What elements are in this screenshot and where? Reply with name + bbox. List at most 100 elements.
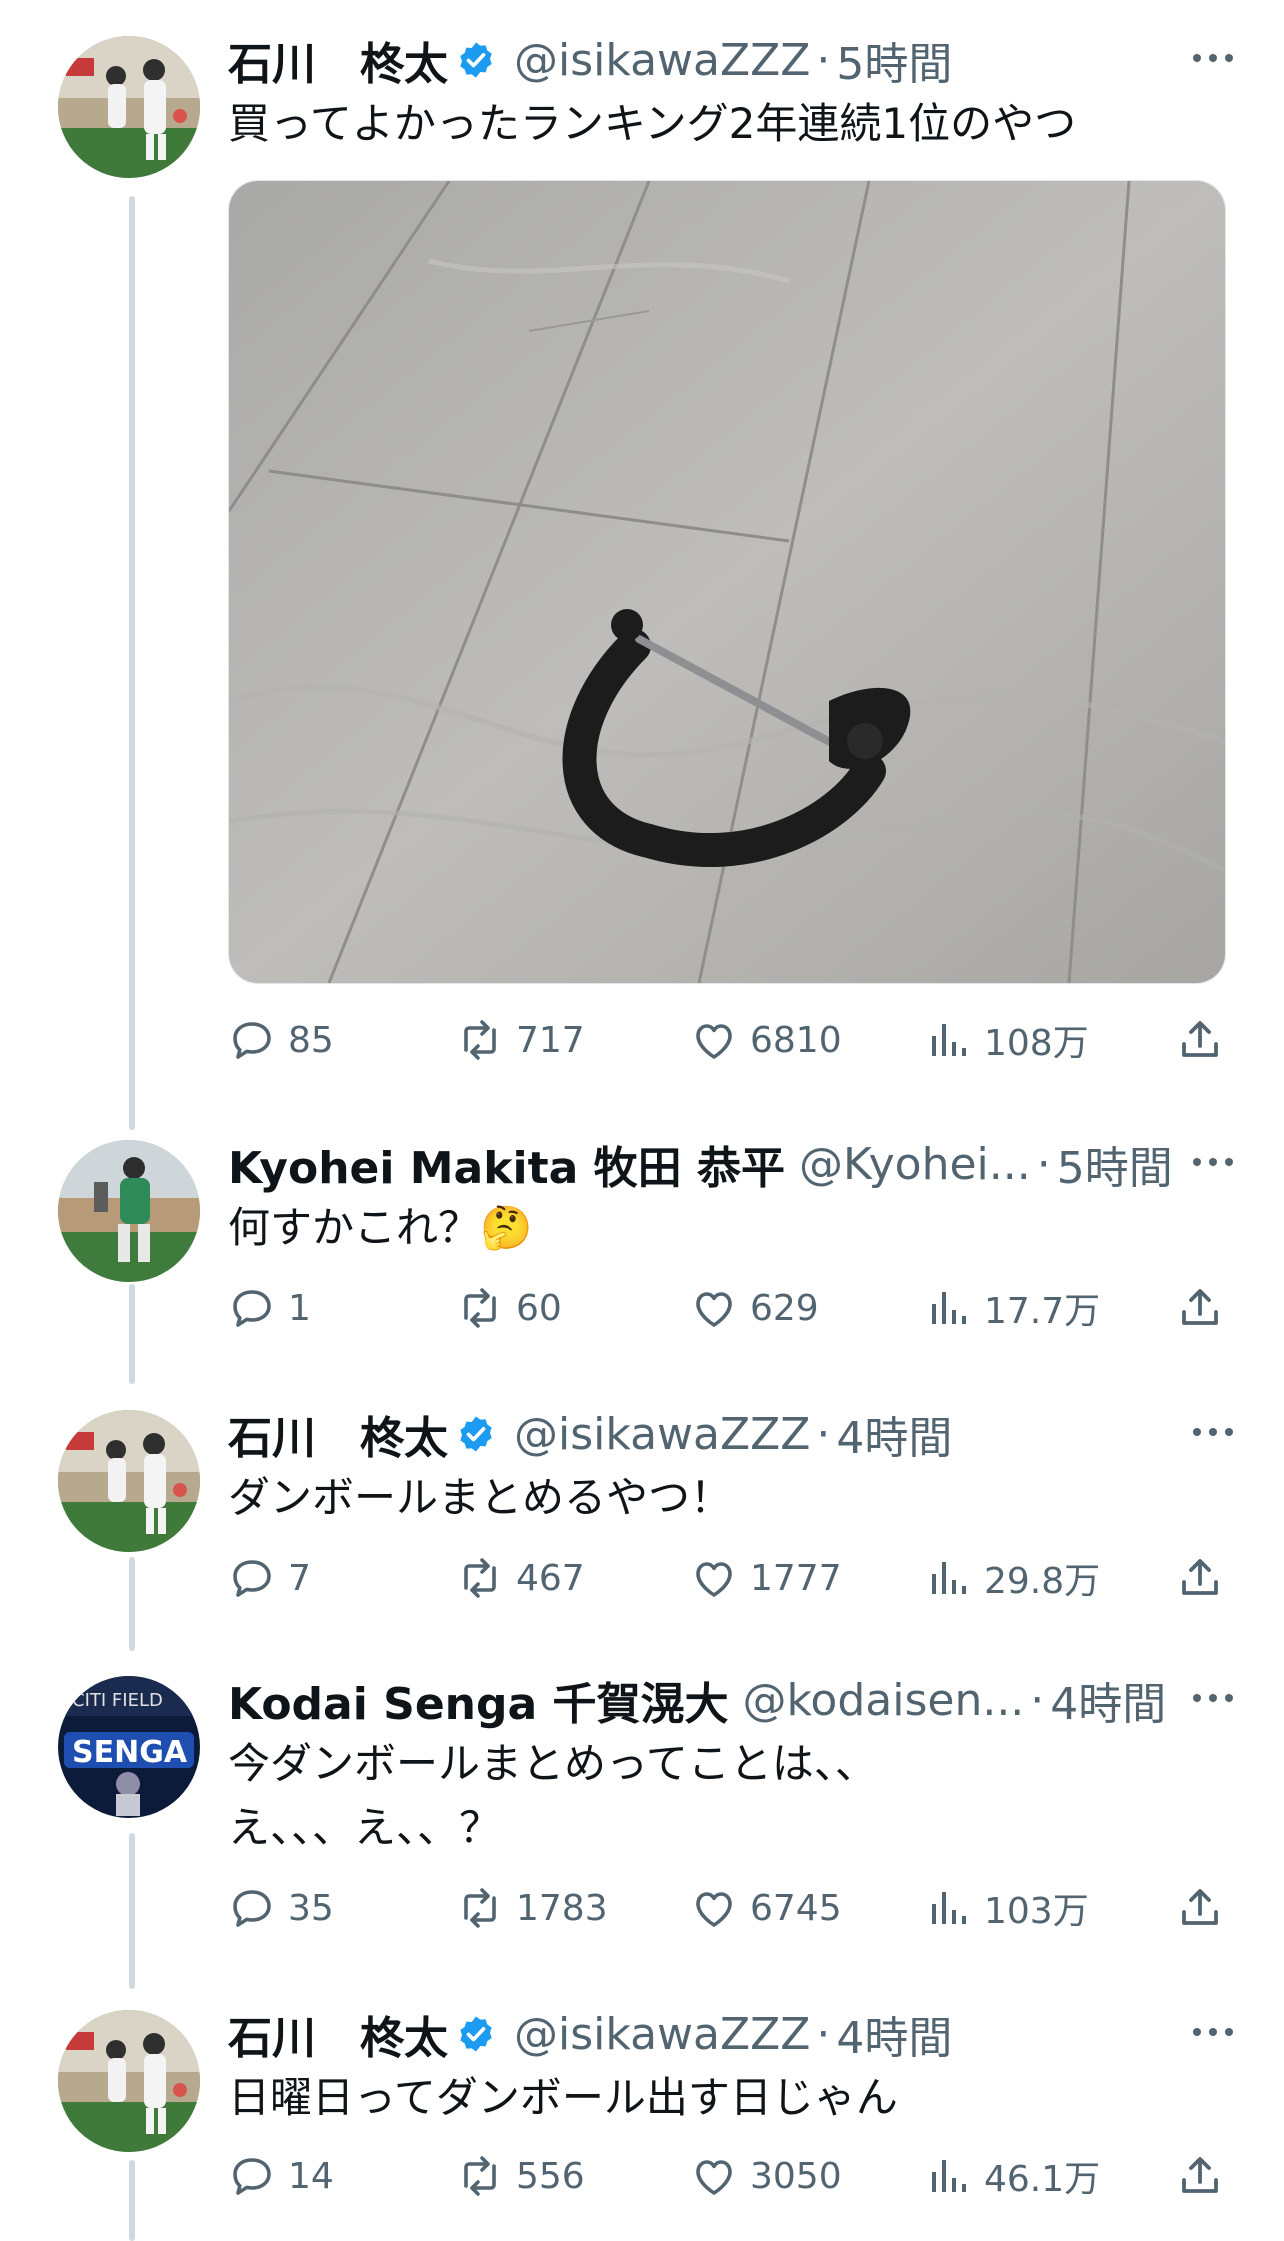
- separator-dot: ·: [816, 34, 831, 86]
- retweet-button[interactable]: 556: [456, 2146, 585, 2206]
- tweet-actions: 35 1783 6745 103万: [228, 1878, 1224, 1938]
- like-button[interactable]: 3050: [690, 2146, 842, 2206]
- views-icon: [932, 1892, 966, 1924]
- retweet-button[interactable]: 717: [456, 1010, 585, 1070]
- views-icon: [932, 1024, 966, 1056]
- like-button[interactable]: 1777: [690, 1548, 842, 1608]
- tweet[interactable]: CITI FIELD SENGA Kodai Senga 千賀滉大 @kodai…: [0, 1666, 1284, 1986]
- tweet-header: Kodai Senga 千賀滉大 @kodaisen... · 4時間: [228, 1670, 1234, 1730]
- handle[interactable]: @isikawaZZZ: [514, 1409, 810, 1460]
- like-count: 629: [750, 1287, 819, 1329]
- retweet-icon: [464, 2156, 496, 2196]
- svg-text:SENGA: SENGA: [72, 1735, 188, 1770]
- like-icon: [696, 1292, 732, 1327]
- timestamp[interactable]: 4時間: [836, 1402, 952, 1466]
- handle[interactable]: @isikawaZZZ: [514, 2009, 810, 2060]
- tweet-actions: 7 467 1777 29.8万: [228, 1548, 1224, 1608]
- avatar[interactable]: [58, 1410, 200, 1552]
- reply-button[interactable]: 85: [228, 1010, 334, 1070]
- views-button[interactable]: 17.7万: [924, 1278, 1100, 1338]
- tweet-header: 石川 柊太 @isikawaZZZ · 4時間: [228, 2004, 1234, 2064]
- verified-badge-icon: [460, 2016, 492, 2052]
- views-button[interactable]: 108万: [924, 1010, 1089, 1070]
- reply-button[interactable]: 1: [228, 1278, 311, 1338]
- photo-handle-on-floor: [229, 181, 1225, 983]
- reply-count: 7: [288, 1557, 311, 1599]
- avatar-image: CITI FIELD SENGA: [58, 1676, 200, 1818]
- tweet[interactable]: Kyohei Makita 牧田 恭平 @Kyohei... · 5時間 何すか…: [0, 1130, 1284, 1380]
- views-button[interactable]: 103万: [924, 1878, 1089, 1938]
- verified-badge-icon: [460, 1416, 492, 1452]
- views-count: 17.7万: [984, 1291, 1101, 1332]
- tweet-text: 日曜日ってダンボール出す日じゃん: [228, 2073, 898, 2122]
- avatar[interactable]: [58, 1140, 200, 1282]
- views-button[interactable]: 29.8万: [924, 1548, 1100, 1608]
- more-icon[interactable]: [1192, 1692, 1234, 1704]
- display-name[interactable]: 石川 柊太: [228, 28, 448, 92]
- tweet-header: 石川 柊太 @isikawaZZZ · 4時間: [228, 1404, 1234, 1464]
- display-name[interactable]: Kodai Senga 千賀滉大: [228, 1668, 729, 1732]
- more-icon[interactable]: [1192, 52, 1234, 64]
- reply-icon: [233, 2158, 271, 2195]
- views-icon: [932, 1562, 966, 1594]
- like-icon: [696, 1024, 732, 1059]
- views-icon: [932, 2160, 966, 2192]
- share-button[interactable]: [1176, 1010, 1224, 1070]
- retweet-count: 556: [516, 2155, 585, 2197]
- tweet-header: Kyohei Makita 牧田 恭平 @Kyohei... · 5時間: [228, 1134, 1234, 1194]
- retweet-count: 1783: [516, 1887, 608, 1929]
- reply-icon: [233, 1560, 271, 1597]
- avatar-image: [58, 1410, 200, 1552]
- retweet-button[interactable]: 467: [456, 1548, 585, 1608]
- avatar[interactable]: [58, 36, 200, 178]
- reply-button[interactable]: 35: [228, 1878, 334, 1938]
- handle[interactable]: @Kyohei...: [799, 1139, 1031, 1190]
- timestamp[interactable]: 5時間: [836, 28, 952, 92]
- reply-icon: [233, 1290, 271, 1327]
- like-count: 6810: [750, 1019, 842, 1061]
- reply-button[interactable]: 7: [228, 1548, 311, 1608]
- share-button[interactable]: [1176, 1878, 1224, 1938]
- retweet-button[interactable]: 60: [456, 1278, 562, 1338]
- avatar[interactable]: CITI FIELD SENGA: [58, 1676, 200, 1818]
- retweet-count: 467: [516, 1557, 585, 1599]
- more-icon[interactable]: [1192, 1426, 1234, 1438]
- more-icon[interactable]: [1192, 1156, 1234, 1168]
- tweet[interactable]: 石川 柊太 @isikawaZZZ · 4時間 ダンボールまとめるやつ！ 7 4: [0, 1400, 1284, 1650]
- retweet-icon: [464, 1888, 496, 1928]
- tweet[interactable]: 石川 柊太 @isikawaZZZ · 5時間 買ってよかったランキング2年連続…: [0, 0, 1284, 1110]
- like-count: 6745: [750, 1887, 842, 1929]
- share-button[interactable]: [1176, 1548, 1224, 1608]
- reply-button[interactable]: 14: [228, 2146, 334, 2206]
- timestamp[interactable]: 5時間: [1057, 1132, 1173, 1196]
- share-button[interactable]: [1176, 1278, 1224, 1338]
- avatar-image: [58, 36, 200, 178]
- views-count: 46.1万: [984, 2159, 1101, 2200]
- retweet-button[interactable]: 1783: [456, 1878, 608, 1938]
- like-button[interactable]: 6745: [690, 1878, 842, 1938]
- separator-dot: ·: [1030, 1674, 1045, 1726]
- avatar[interactable]: [58, 2010, 200, 2152]
- share-button[interactable]: [1176, 2146, 1224, 2206]
- like-button[interactable]: 6810: [690, 1010, 842, 1070]
- display-name[interactable]: 石川 柊太: [228, 2002, 448, 2066]
- tweet-text: ダンボールまとめるやつ！: [228, 1473, 733, 1522]
- share-icon: [1182, 1559, 1218, 1595]
- views-button[interactable]: 46.1万: [924, 2146, 1100, 2206]
- share-icon: [1182, 1289, 1218, 1325]
- like-button[interactable]: 629: [690, 1278, 819, 1338]
- avatar-image: [58, 1140, 200, 1282]
- separator-dot: ·: [1036, 1138, 1051, 1190]
- display-name[interactable]: Kyohei Makita 牧田 恭平: [228, 1132, 785, 1196]
- tweet[interactable]: 石川 柊太 @isikawaZZZ · 4時間 日曜日ってダンボール出す日じゃん…: [0, 2000, 1284, 2241]
- display-name[interactable]: 石川 柊太: [228, 1402, 448, 1466]
- handle[interactable]: @kodaisen...: [743, 1675, 1025, 1726]
- timestamp[interactable]: 4時間: [836, 2002, 952, 2066]
- reply-thread: 石川 柊太 @isikawaZZZ · 5時間 買ってよかったランキング2年連続…: [0, 0, 1284, 2241]
- timestamp[interactable]: 4時間: [1050, 1668, 1166, 1732]
- tweet-media-photo[interactable]: [228, 180, 1226, 984]
- handle[interactable]: @isikawaZZZ: [514, 35, 810, 86]
- more-icon[interactable]: [1192, 2026, 1234, 2038]
- reply-count: 14: [288, 2155, 334, 2197]
- tweet-header: 石川 柊太 @isikawaZZZ · 5時間: [228, 30, 1234, 90]
